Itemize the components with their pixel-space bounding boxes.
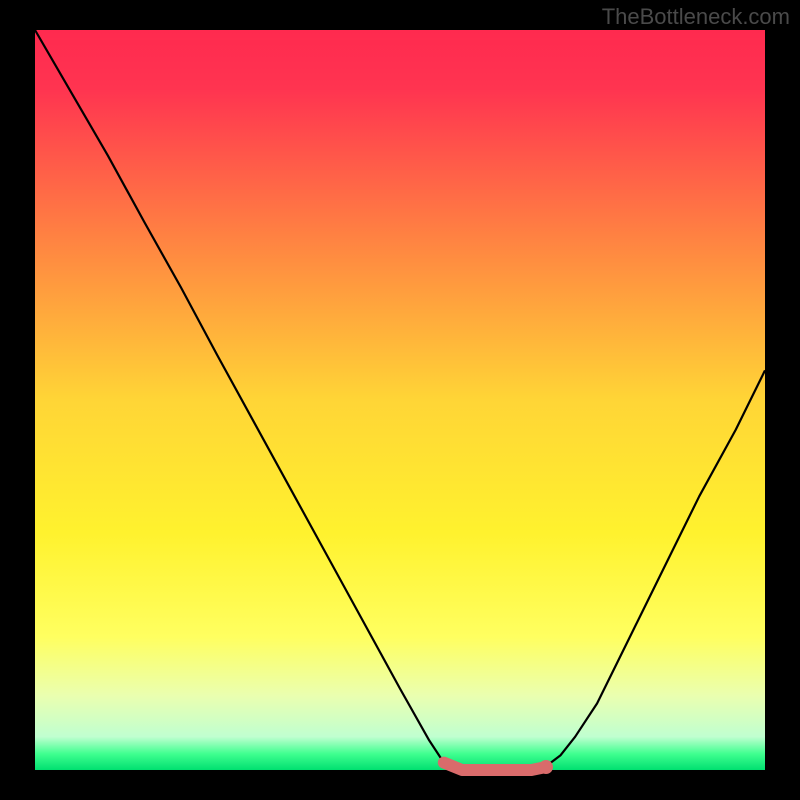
bottleneck-chart (0, 0, 800, 800)
marker-dot (539, 760, 553, 774)
watermark-text: TheBottleneck.com (602, 4, 790, 30)
chart-container: TheBottleneck.com (0, 0, 800, 800)
gradient-background (35, 30, 765, 770)
